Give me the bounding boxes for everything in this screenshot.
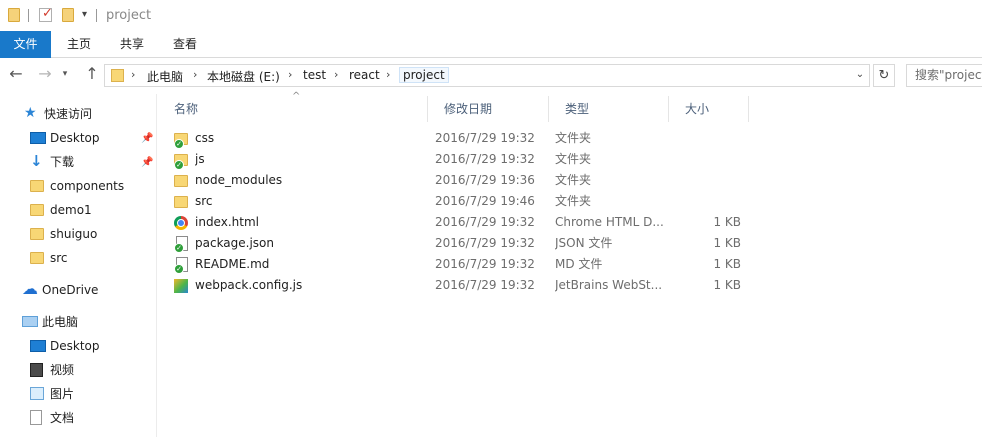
- chevron-right-icon[interactable]: ›: [193, 68, 197, 81]
- folder-icon: [111, 69, 124, 82]
- divider: [96, 9, 97, 22]
- chevron-right-icon[interactable]: ›: [334, 68, 338, 81]
- address-dropdown-icon[interactable]: ⌄: [851, 65, 869, 86]
- file-name: README.md: [195, 257, 270, 271]
- computer-icon: [22, 316, 38, 327]
- properties-icon[interactable]: ✓: [39, 6, 53, 22]
- chevron-right-icon[interactable]: ›: [288, 68, 292, 81]
- file-row[interactable]: ✓ css 2016/7/29 19:32 文件夹: [158, 128, 982, 149]
- folder-synced-icon: ✓: [174, 133, 188, 149]
- column-header-size[interactable]: 大小: [669, 96, 749, 122]
- column-header-type[interactable]: 类型: [549, 96, 669, 122]
- file-row[interactable]: src 2016/7/29 19:46 文件夹: [158, 191, 982, 212]
- folder-synced-icon: ✓: [174, 154, 188, 170]
- customize-quick-access-dropdown-icon[interactable]: ▾: [82, 9, 87, 20]
- pin-icon[interactable]: 📌: [141, 133, 153, 144]
- folder-icon: [30, 180, 44, 192]
- recent-locations-chevron-icon[interactable]: ▾: [58, 64, 72, 86]
- file-name: js: [195, 152, 205, 166]
- forward-arrow-icon[interactable]: →: [34, 64, 56, 86]
- file-type: MD 文件: [555, 257, 603, 271]
- folder-icon: [30, 252, 44, 264]
- file-type: 文件夹: [555, 173, 592, 187]
- picture-icon: [30, 387, 44, 400]
- json-file-icon: ✓: [174, 236, 188, 253]
- folder-icon: [174, 175, 188, 187]
- new-folder-icon[interactable]: [62, 8, 74, 22]
- folder-icon: [30, 228, 44, 240]
- search-input[interactable]: 搜索"project": [906, 64, 982, 87]
- file-name: css: [195, 131, 215, 145]
- breadcrumb-test[interactable]: test: [303, 68, 326, 82]
- folder-icon: [174, 196, 188, 208]
- column-header-date[interactable]: 修改日期: [428, 96, 549, 122]
- tab-home[interactable]: 主页: [56, 31, 102, 58]
- file-type: 文件夹: [555, 131, 592, 145]
- back-arrow-icon[interactable]: ←: [5, 64, 27, 86]
- sort-ascending-icon: ^: [292, 91, 301, 102]
- file-name: package.json: [195, 236, 275, 250]
- file-list: 名称 ^ 修改日期 类型 大小 ✓ css 2016/7/29 19:32 文件…: [158, 91, 982, 437]
- file-size: 1 KB: [713, 215, 741, 229]
- breadcrumb-project[interactable]: project: [399, 67, 449, 83]
- title-bar: ✓ ▾ project: [0, 0, 982, 31]
- ribbon-tabs: 文件 主页 共享 查看: [0, 31, 982, 58]
- file-name: node_modules: [195, 173, 283, 187]
- file-row[interactable]: ✓ package.json 2016/7/29 19:32 JSON 文件 1…: [158, 233, 982, 254]
- file-date: 2016/7/29 19:46: [435, 194, 535, 208]
- video-icon: [30, 363, 43, 377]
- file-type: 文件夹: [555, 194, 592, 208]
- md-file-icon: ✓: [174, 257, 188, 274]
- file-name: index.html: [195, 215, 259, 229]
- file-size: 1 KB: [713, 236, 741, 250]
- document-icon: [30, 410, 42, 425]
- file-row[interactable]: ✓ README.md 2016/7/29 19:32 MD 文件 1 KB: [158, 254, 982, 275]
- tab-file[interactable]: 文件: [0, 31, 51, 58]
- file-type: JSON 文件: [555, 236, 613, 250]
- refresh-icon[interactable]: ↻: [873, 64, 895, 87]
- cloud-icon: ☁: [22, 279, 38, 298]
- breadcrumb-this-pc[interactable]: 此电脑: [147, 68, 183, 85]
- file-size: 1 KB: [713, 278, 741, 292]
- desktop-icon: [30, 132, 46, 144]
- navigation-pane: ★ 快速访问 Desktop 📌 ↓ 下载 📌 components demo1…: [0, 94, 157, 437]
- address-bar[interactable]: › 此电脑 › 本地磁盘 (E:) › test › react › proje…: [104, 64, 870, 87]
- file-row[interactable]: index.html 2016/7/29 19:32 Chrome HTML D…: [158, 212, 982, 233]
- webstorm-js-icon: [174, 279, 188, 293]
- file-size: 1 KB: [713, 257, 741, 271]
- divider: [28, 9, 29, 22]
- tab-view[interactable]: 查看: [162, 31, 208, 58]
- file-date: 2016/7/29 19:36: [435, 173, 535, 187]
- chrome-html-icon: [174, 216, 188, 230]
- download-arrow-icon: ↓: [30, 152, 43, 170]
- chevron-right-icon[interactable]: ›: [131, 68, 135, 81]
- folder-icon: [30, 204, 44, 216]
- file-date: 2016/7/29 19:32: [435, 215, 535, 229]
- address-row: ← → ▾ ↑ › 此电脑 › 本地磁盘 (E:) › test › react…: [0, 59, 982, 92]
- file-date: 2016/7/29 19:32: [435, 257, 535, 271]
- desktop-icon: [30, 340, 46, 352]
- folder-icon: [8, 8, 20, 22]
- tab-share[interactable]: 共享: [109, 31, 155, 58]
- breadcrumb-drive-e[interactable]: 本地磁盘 (E:): [207, 68, 280, 85]
- window-title: project: [106, 8, 152, 23]
- file-row[interactable]: webpack.config.js 2016/7/29 19:32 JetBra…: [158, 275, 982, 296]
- file-date: 2016/7/29 19:32: [435, 236, 535, 250]
- file-name: src: [195, 194, 213, 208]
- file-row[interactable]: node_modules 2016/7/29 19:36 文件夹: [158, 170, 982, 191]
- star-icon: ★: [24, 105, 37, 121]
- breadcrumb-react[interactable]: react: [349, 68, 380, 82]
- file-row[interactable]: ✓ js 2016/7/29 19:32 文件夹: [158, 149, 982, 170]
- file-date: 2016/7/29 19:32: [435, 278, 535, 292]
- pin-icon[interactable]: 📌: [141, 157, 153, 168]
- file-type: Chrome HTML D...: [555, 215, 664, 229]
- column-header-name[interactable]: 名称 ^: [158, 91, 428, 122]
- file-date: 2016/7/29 19:32: [435, 152, 535, 166]
- up-arrow-icon[interactable]: ↑: [81, 64, 103, 86]
- file-type: JetBrains WebSt...: [555, 278, 663, 292]
- file-name: webpack.config.js: [195, 278, 303, 292]
- file-date: 2016/7/29 19:32: [435, 131, 535, 145]
- chevron-right-icon[interactable]: ›: [386, 68, 390, 81]
- file-type: 文件夹: [555, 152, 592, 166]
